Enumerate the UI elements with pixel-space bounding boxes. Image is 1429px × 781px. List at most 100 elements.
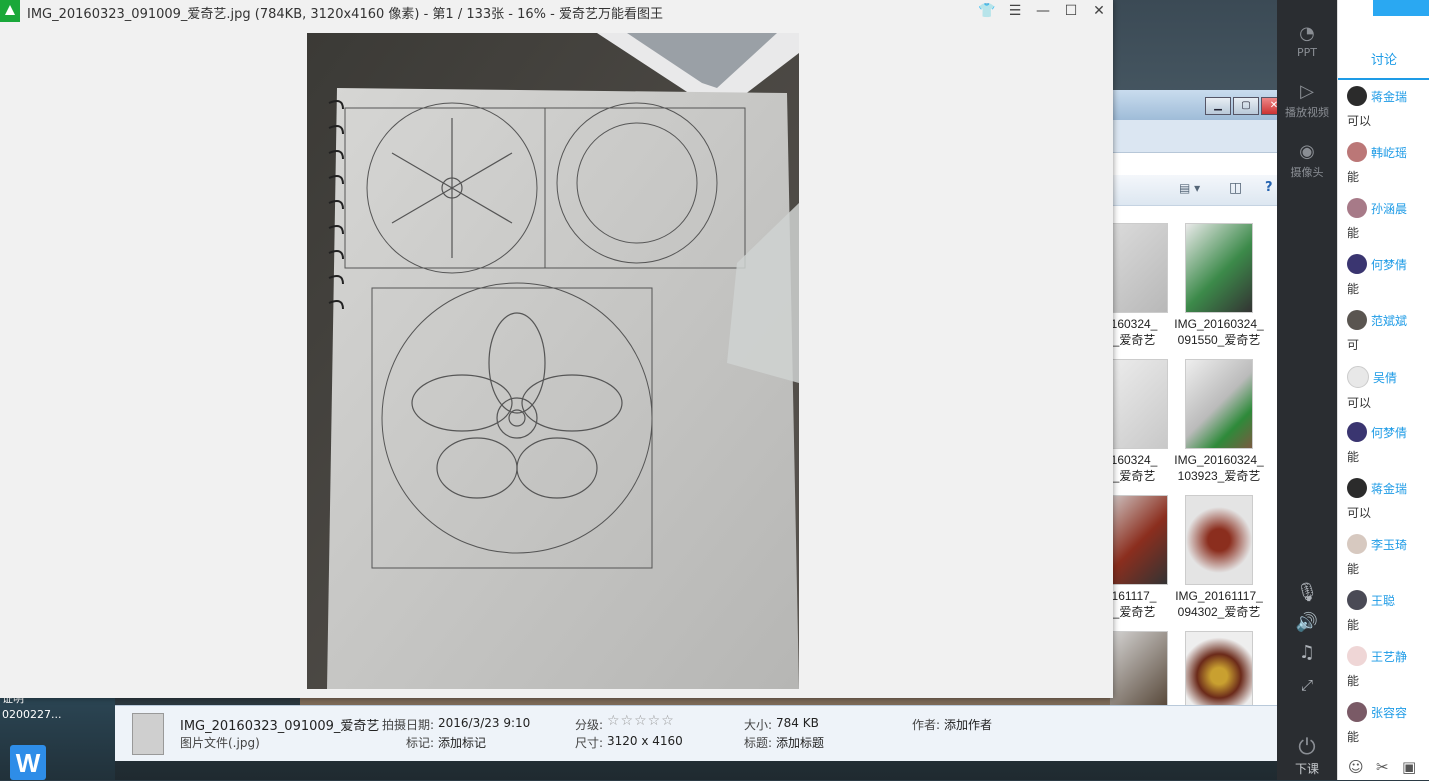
chat-message: 何梦倩 能 xyxy=(1347,422,1429,465)
size-label: 大小: xyxy=(744,718,773,732)
date-value: 2016/3/23 9:10 xyxy=(438,716,531,730)
microphone-icon[interactable]: 🎙 xyxy=(1277,582,1337,603)
chat-message: 范斌斌 可 xyxy=(1347,310,1429,353)
close-button[interactable]: ✕ xyxy=(1088,1,1110,21)
view-options-icon[interactable]: ▤ ▾ xyxy=(1179,181,1200,195)
avatar xyxy=(1347,254,1367,274)
play-video-button[interactable]: ▷ 播放视频 xyxy=(1277,80,1337,120)
image-viewer-window: IMG_20160323_091009_爱奇艺.jpg (784KB, 3120… xyxy=(0,0,1113,698)
chat-message: 何梦倩 能 xyxy=(1347,254,1429,297)
chat-author[interactable]: 韩屹瑶 xyxy=(1371,146,1407,160)
camera-button[interactable]: ◉ 摄像头 xyxy=(1277,140,1337,180)
chat-message: 蒋金瑞 可以 xyxy=(1347,478,1429,521)
music-icon[interactable]: ♫ xyxy=(1277,642,1337,663)
chat-text: 能 xyxy=(1347,282,1360,296)
add-author-link[interactable]: 添加作者 xyxy=(944,716,992,733)
chat-text: 能 xyxy=(1347,730,1360,744)
dimension-value: 3120 x 4160 xyxy=(607,734,683,748)
avatar xyxy=(1347,142,1367,162)
chat-text: 能 xyxy=(1347,618,1360,632)
chat-text: 能 xyxy=(1347,562,1360,576)
chat-message: 王聪 能 xyxy=(1347,590,1429,633)
ppt-icon: ◔ xyxy=(1299,23,1315,44)
chat-author[interactable]: 吴倩 xyxy=(1373,371,1397,385)
avatar xyxy=(1347,198,1367,218)
teaching-tool-rail: ◔ PPT ▷ 播放视频 ◉ 摄像头 🎙 🔊 ♫ ⤢ ⏻ 下课 xyxy=(1277,0,1337,780)
discussion-top-button[interactable] xyxy=(1373,0,1429,16)
chat-text: 能 xyxy=(1347,226,1360,240)
play-video-label: 播放视频 xyxy=(1285,106,1329,119)
chat-author[interactable]: 范斌斌 xyxy=(1371,314,1407,328)
minimize-button[interactable]: — xyxy=(1032,1,1054,21)
file-info-bar: IMG_20160323_091009_爱奇艺 图片文件(.jpg) 拍摄日期:… xyxy=(115,705,1277,761)
info-filename: IMG_20160323_091009_爱奇艺 xyxy=(180,719,380,734)
explorer-minimize-button[interactable]: ▁ xyxy=(1205,97,1231,115)
explorer-maximize-button[interactable]: ▢ xyxy=(1233,97,1259,115)
end-class-button[interactable]: ⏻ 下课 xyxy=(1277,736,1337,777)
chat-text: 可 xyxy=(1347,338,1360,352)
rating-label: 分级: xyxy=(575,718,604,732)
explorer-toolbar: ▤ ▾ ◫ ? xyxy=(1111,175,1281,206)
chat-author[interactable]: 蒋金瑞 xyxy=(1371,90,1407,104)
add-tag-link[interactable]: 添加标记 xyxy=(438,734,486,751)
chat-author[interactable]: 张容容 xyxy=(1371,706,1407,720)
avatar xyxy=(1347,590,1367,610)
power-icon: ⏻ xyxy=(1298,735,1316,760)
size-value: 784 KB xyxy=(776,716,819,730)
tab-discussion[interactable]: 讨论 xyxy=(1338,50,1429,80)
chat-author[interactable]: 孙涵晨 xyxy=(1371,202,1407,216)
thumbnail-caption: IMG_20160324_ 103923_爱奇艺 xyxy=(1174,453,1264,483)
desktop-icon-label[interactable]: 0200227... xyxy=(2,708,61,721)
explorer-thumbnail[interactable]: IMG_20161117_ 094302_爱奇艺 xyxy=(1174,495,1264,620)
thumbnail-image xyxy=(1185,223,1253,313)
ppt-label: PPT xyxy=(1297,46,1317,59)
chat-message: 李玉琦 能 xyxy=(1347,534,1429,577)
maximize-button[interactable]: ☐ xyxy=(1060,1,1082,21)
rating-stars[interactable]: ☆☆☆☆☆ xyxy=(607,713,675,729)
thumbnail-caption: IMG_20161117_ 094302_爱奇艺 xyxy=(1175,589,1263,619)
avatar xyxy=(1347,478,1367,498)
scissors-icon[interactable]: ✂ xyxy=(1376,758,1389,776)
chat-text: 能 xyxy=(1347,170,1360,184)
chat-author[interactable]: 何梦倩 xyxy=(1371,426,1407,440)
avatar xyxy=(1347,702,1367,722)
menu-icon[interactable]: ☰ xyxy=(1004,1,1026,21)
displayed-photo[interactable] xyxy=(307,33,799,689)
thumbnail-caption: IMG_20160324_ 091550_爱奇艺 xyxy=(1174,317,1264,347)
avatar xyxy=(1347,86,1367,106)
title-label: 标题: xyxy=(744,736,773,750)
ppt-button[interactable]: ◔ PPT xyxy=(1277,22,1337,59)
date-label: 拍摄日期: xyxy=(382,718,435,732)
chat-author[interactable]: 王艺静 xyxy=(1371,650,1407,664)
viewer-titlebar: IMG_20160323_091009_爱奇艺.jpg (784KB, 3120… xyxy=(0,0,1113,22)
end-class-label: 下课 xyxy=(1294,762,1319,776)
wps-icon[interactable]: W xyxy=(10,745,46,780)
chat-message: 孙涵晨 能 xyxy=(1347,198,1429,241)
dimension-label: 尺寸: xyxy=(575,736,604,750)
add-title-link[interactable]: 添加标题 xyxy=(776,734,824,751)
chat-author[interactable]: 何梦倩 xyxy=(1371,258,1407,272)
explorer-thumbnail[interactable]: IMG_20160324_ 091550_爱奇艺 xyxy=(1174,223,1264,348)
photo-drawing xyxy=(307,33,799,689)
fullscreen-icon[interactable]: ⤢ xyxy=(1277,676,1337,694)
help-icon[interactable]: ? xyxy=(1265,180,1273,195)
speaker-icon[interactable]: 🔊 xyxy=(1277,612,1337,633)
play-video-icon: ▷ xyxy=(1300,81,1314,102)
chat-author[interactable]: 蒋金瑞 xyxy=(1371,482,1407,496)
skin-icon[interactable]: 👕 xyxy=(976,1,998,21)
preview-pane-icon[interactable]: ◫ xyxy=(1229,180,1242,196)
emoji-icon[interactable]: ☺ xyxy=(1348,758,1364,776)
chat-message: 蒋金瑞 可以 xyxy=(1347,86,1429,129)
app-logo-icon xyxy=(0,0,20,22)
explorer-thumbnail[interactable]: IMG_20160324_ 103923_爱奇艺 xyxy=(1174,359,1264,484)
chat-text: 可以 xyxy=(1347,114,1372,128)
chat-message: 韩屹瑶 能 xyxy=(1347,142,1429,185)
avatar xyxy=(1347,646,1367,666)
tag-label: 标记: xyxy=(406,736,435,750)
explorer-titlebar: ▁ ▢ ✕ xyxy=(1111,90,1287,120)
image-icon[interactable]: ▣ xyxy=(1402,758,1416,776)
chat-author[interactable]: 李玉琦 xyxy=(1371,538,1407,552)
explorer-address-bar[interactable] xyxy=(1111,120,1281,153)
chat-author[interactable]: 王聪 xyxy=(1371,594,1395,608)
file-explorer-window: ▁ ▢ ✕ ▤ ▾ ◫ ? 160324_ _爱奇艺 IMG_20160324_ 0… xyxy=(1100,90,1287,721)
